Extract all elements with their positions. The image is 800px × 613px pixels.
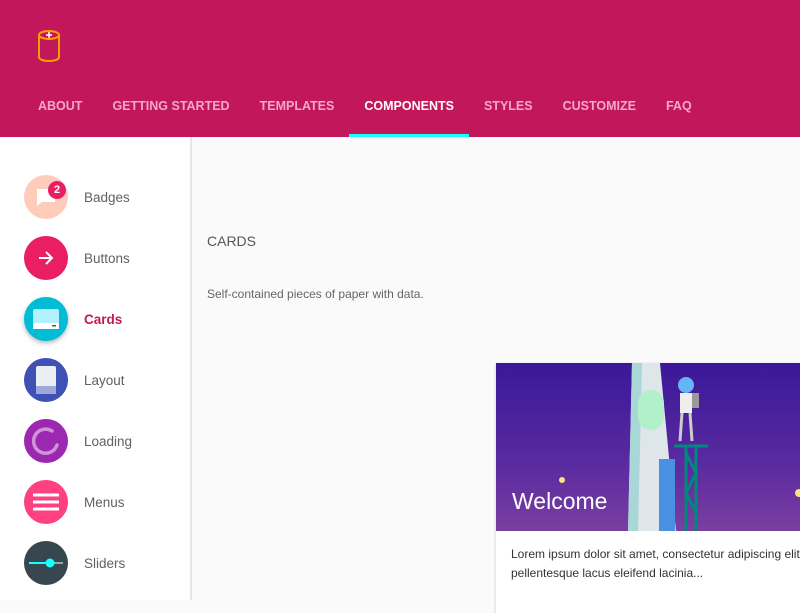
welcome-card[interactable]: Welcome Lorem ipsum dolor sit amet, cons… <box>496 363 800 613</box>
app-header: ABOUT GETTING STARTED TEMPLATES COMPONEN… <box>0 0 800 137</box>
spinner-icon <box>24 419 68 463</box>
sidebar-item-label: Menus <box>84 494 125 510</box>
layout-icon <box>24 358 68 402</box>
sidebar-item-loading[interactable]: Loading <box>24 419 132 463</box>
page-description: Self-contained pieces of paper with data… <box>207 287 424 301</box>
nav-faq[interactable]: FAQ <box>651 88 707 137</box>
sidebar-item-badges[interactable]: 2 Badges <box>24 175 130 219</box>
sidebar-item-label: Badges <box>84 189 130 205</box>
sidebar-item-label: Sliders <box>84 555 126 571</box>
nav-components[interactable]: COMPONENTS <box>349 88 469 137</box>
card-image: Welcome <box>496 363 800 531</box>
nav-getting-started[interactable]: GETTING STARTED <box>97 88 244 137</box>
sidebar-item-layout[interactable]: Layout <box>24 358 125 402</box>
sidebar-item-label: Cards <box>84 311 123 327</box>
sidebar-item-sliders[interactable]: Sliders <box>24 541 125 585</box>
card-text-line: Lorem ipsum dolor sit amet, consectetur … <box>511 547 800 561</box>
badge-chat-icon: 2 <box>24 175 68 219</box>
nav-customize[interactable]: CUSTOMIZE <box>548 88 651 137</box>
sidebar: 2 Badges Buttons Cards Layout Loading Me… <box>0 137 192 600</box>
slider-icon <box>24 541 68 585</box>
sidebar-item-label: Buttons <box>84 250 130 266</box>
sidebar-item-label: Loading <box>84 433 133 449</box>
badge-count: 2 <box>48 181 66 199</box>
menu-icon <box>24 480 68 524</box>
nav-about[interactable]: ABOUT <box>23 88 97 137</box>
card-icon <box>24 297 68 341</box>
sidebar-item-cards[interactable]: Cards <box>24 297 122 341</box>
card-title: Welcome <box>512 488 608 514</box>
arrow-right-icon <box>24 236 68 280</box>
nav-templates[interactable]: TEMPLATES <box>245 88 350 137</box>
page-title: CARDS <box>207 233 257 249</box>
sidebar-item-buttons[interactable]: Buttons <box>24 236 130 280</box>
sidebar-item-menus[interactable]: Menus <box>24 480 125 524</box>
card-text: Lorem ipsum dolor sit amet, consectetur … <box>496 531 800 597</box>
card-text-line: pellentesque lacus eleifend lacinia... <box>511 566 704 580</box>
main-nav: ABOUT GETTING STARTED TEMPLATES COMPONEN… <box>23 88 707 137</box>
sidebar-item-label: Layout <box>84 372 125 388</box>
nav-styles[interactable]: STYLES <box>469 88 548 137</box>
battery-cylinder-icon[interactable] <box>37 29 61 70</box>
